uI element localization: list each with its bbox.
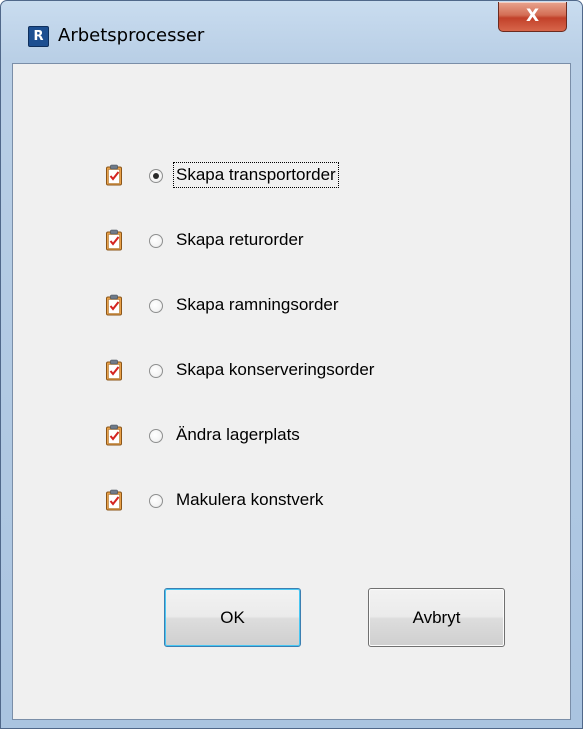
clipboard-check-icon: [106, 294, 122, 316]
option-label[interactable]: Skapa konserveringsorder: [175, 359, 375, 381]
ok-button[interactable]: OK: [164, 588, 301, 647]
clipboard-check-icon: [106, 164, 122, 186]
app-icon: R: [28, 26, 49, 47]
window-title: Arbetsprocesser: [58, 25, 205, 46]
option-label[interactable]: Ändra lagerplats: [175, 424, 301, 446]
option-skapa-transportorder[interactable]: Skapa transportorder: [105, 161, 425, 191]
option-label[interactable]: Makulera konstverk: [175, 489, 324, 511]
clipboard-check-icon: [106, 359, 122, 381]
option-label[interactable]: Skapa transportorder: [173, 162, 339, 188]
option-makulera-konstverk[interactable]: Makulera konstverk: [105, 486, 425, 516]
option-skapa-ramningsorder[interactable]: Skapa ramningsorder: [105, 291, 425, 321]
radio-button[interactable]: [149, 494, 163, 508]
radio-button[interactable]: [149, 364, 163, 378]
option-label[interactable]: Skapa returorder: [175, 229, 305, 251]
option-skapa-konserveringsorder[interactable]: Skapa konserveringsorder: [105, 356, 425, 386]
title-bar[interactable]: R Arbetsprocesser X: [1, 1, 582, 63]
radio-button[interactable]: [149, 299, 163, 313]
dialog-content: Skapa transportorder Skapa returorder Sk…: [12, 63, 571, 720]
option-skapa-returorder[interactable]: Skapa returorder: [105, 226, 425, 256]
clipboard-check-icon: [106, 229, 122, 251]
radio-button[interactable]: [149, 234, 163, 248]
clipboard-check-icon: [106, 424, 122, 446]
cancel-button[interactable]: Avbryt: [368, 588, 505, 647]
close-button[interactable]: X: [498, 2, 567, 32]
option-andra-lagerplats[interactable]: Ändra lagerplats: [105, 421, 425, 451]
dialog-window: R Arbetsprocesser X Skapa transportorder: [0, 0, 583, 729]
clipboard-check-icon: [106, 489, 122, 511]
option-label[interactable]: Skapa ramningsorder: [175, 294, 340, 316]
radio-button[interactable]: [149, 429, 163, 443]
radio-button[interactable]: [149, 169, 163, 183]
